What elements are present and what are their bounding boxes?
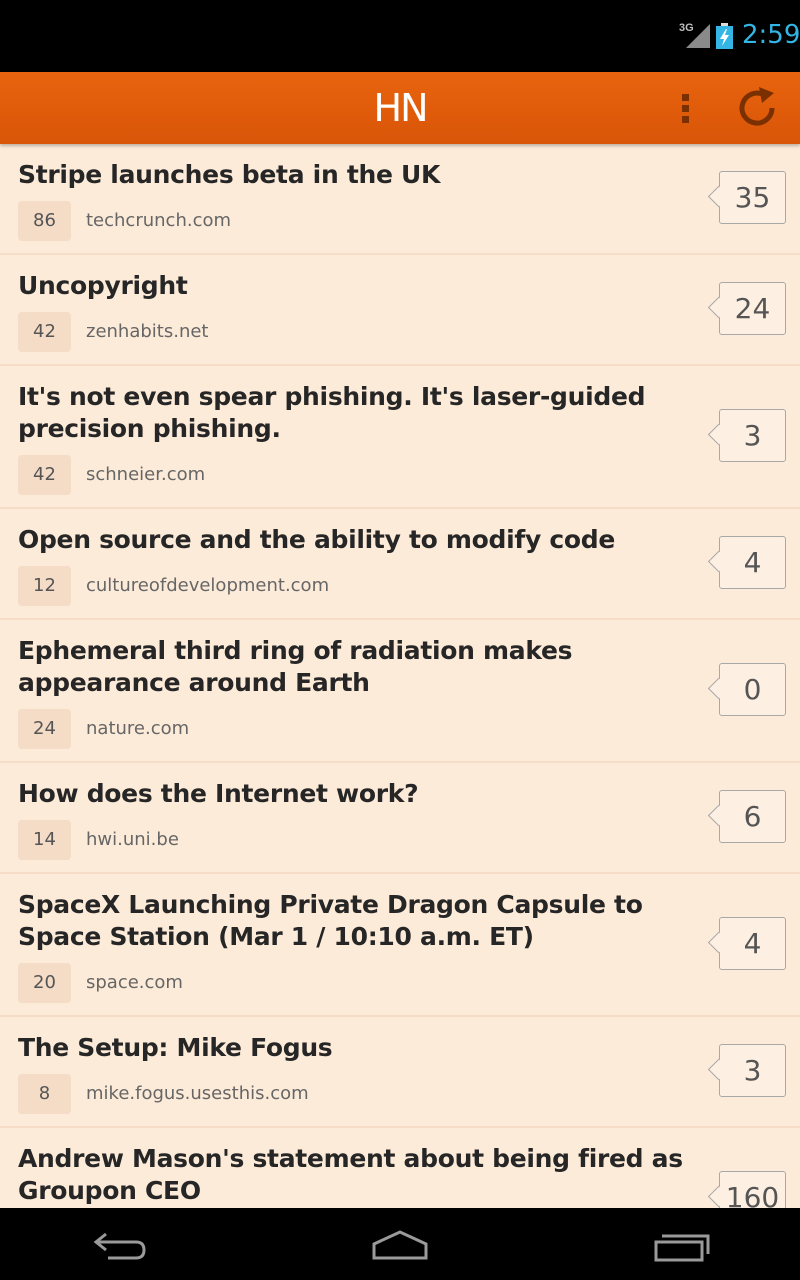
story-title[interactable]: It's not even spear phishing. It's laser… — [18, 381, 698, 445]
list-item[interactable]: Open source and the ability to modify co… — [0, 509, 800, 620]
story-domain: schneier.com — [86, 464, 206, 485]
navigation-bar — [0, 1208, 800, 1280]
story-title[interactable]: How does the Internet work? — [18, 778, 698, 810]
story-domain: techcrunch.com — [86, 210, 232, 231]
story-title[interactable]: Uncopyright — [18, 270, 698, 302]
comments-button[interactable]: 6 — [719, 790, 786, 843]
comments-button[interactable]: 3 — [719, 409, 786, 462]
comments-button[interactable]: 0 — [719, 663, 786, 716]
story-title[interactable]: SpaceX Launching Private Dragon Capsule … — [18, 889, 698, 953]
story-title[interactable]: Stripe launches beta in the UK — [18, 159, 698, 191]
story-domain: nature.com — [86, 718, 190, 739]
battery-charging-icon — [716, 23, 733, 49]
story-domain: hwi.uni.be — [86, 829, 179, 850]
list-item[interactable]: The Setup: Mike Fogus 8 mike.fogus.usest… — [0, 1017, 800, 1128]
list-item[interactable]: Andrew Mason's statement about being fir… — [0, 1128, 800, 1208]
comments-button[interactable]: 35 — [719, 171, 786, 224]
back-icon[interactable] — [72, 1220, 168, 1268]
story-title[interactable]: The Setup: Mike Fogus — [18, 1032, 698, 1064]
story-domain: space.com — [86, 972, 183, 993]
points-badge: 42 — [18, 312, 71, 352]
comments-button[interactable]: 4 — [719, 536, 786, 589]
list-item[interactable]: SpaceX Launching Private Dragon Capsule … — [0, 874, 800, 1017]
points-badge: 8 — [18, 1074, 71, 1114]
points-badge: 12 — [18, 566, 71, 606]
action-bar: HN — [0, 72, 800, 144]
signal-icon — [686, 24, 710, 48]
points-badge: 24 — [18, 709, 71, 749]
story-domain: cultureofdevelopment.com — [86, 575, 330, 596]
recent-apps-icon[interactable] — [632, 1220, 728, 1268]
story-title[interactable]: Ephemeral third ring of radiation makes … — [18, 635, 698, 699]
story-title[interactable]: Open source and the ability to modify co… — [18, 524, 698, 556]
list-item[interactable]: Uncopyright 42 zenhabits.net 24 — [0, 255, 800, 366]
points-badge: 20 — [18, 963, 71, 1003]
points-badge: 86 — [18, 201, 71, 241]
comments-button[interactable]: 160 — [719, 1171, 786, 1208]
home-icon[interactable] — [352, 1220, 448, 1268]
list-item[interactable]: Stripe launches beta in the UK 86 techcr… — [0, 144, 800, 255]
points-badge: 14 — [18, 820, 71, 860]
list-item[interactable]: Ephemeral third ring of radiation makes … — [0, 620, 800, 763]
comments-button[interactable]: 3 — [719, 1044, 786, 1097]
overflow-menu-icon[interactable] — [670, 84, 702, 132]
points-badge: 42 — [18, 455, 71, 495]
clock: 2:59 — [742, 20, 800, 50]
list-item[interactable]: It's not even spear phishing. It's laser… — [0, 366, 800, 509]
story-title[interactable]: Andrew Mason's statement about being fir… — [18, 1143, 698, 1207]
story-list: Stripe launches beta in the UK 86 techcr… — [0, 144, 800, 1208]
story-domain: mike.fogus.usesthis.com — [86, 1083, 309, 1104]
refresh-icon[interactable] — [734, 84, 782, 132]
status-bar: 3G 2:59 — [0, 0, 800, 72]
comments-button[interactable]: 24 — [719, 282, 786, 335]
list-item[interactable]: How does the Internet work? 14 hwi.uni.b… — [0, 763, 800, 874]
story-domain: zenhabits.net — [86, 321, 209, 342]
comments-button[interactable]: 4 — [719, 917, 786, 970]
